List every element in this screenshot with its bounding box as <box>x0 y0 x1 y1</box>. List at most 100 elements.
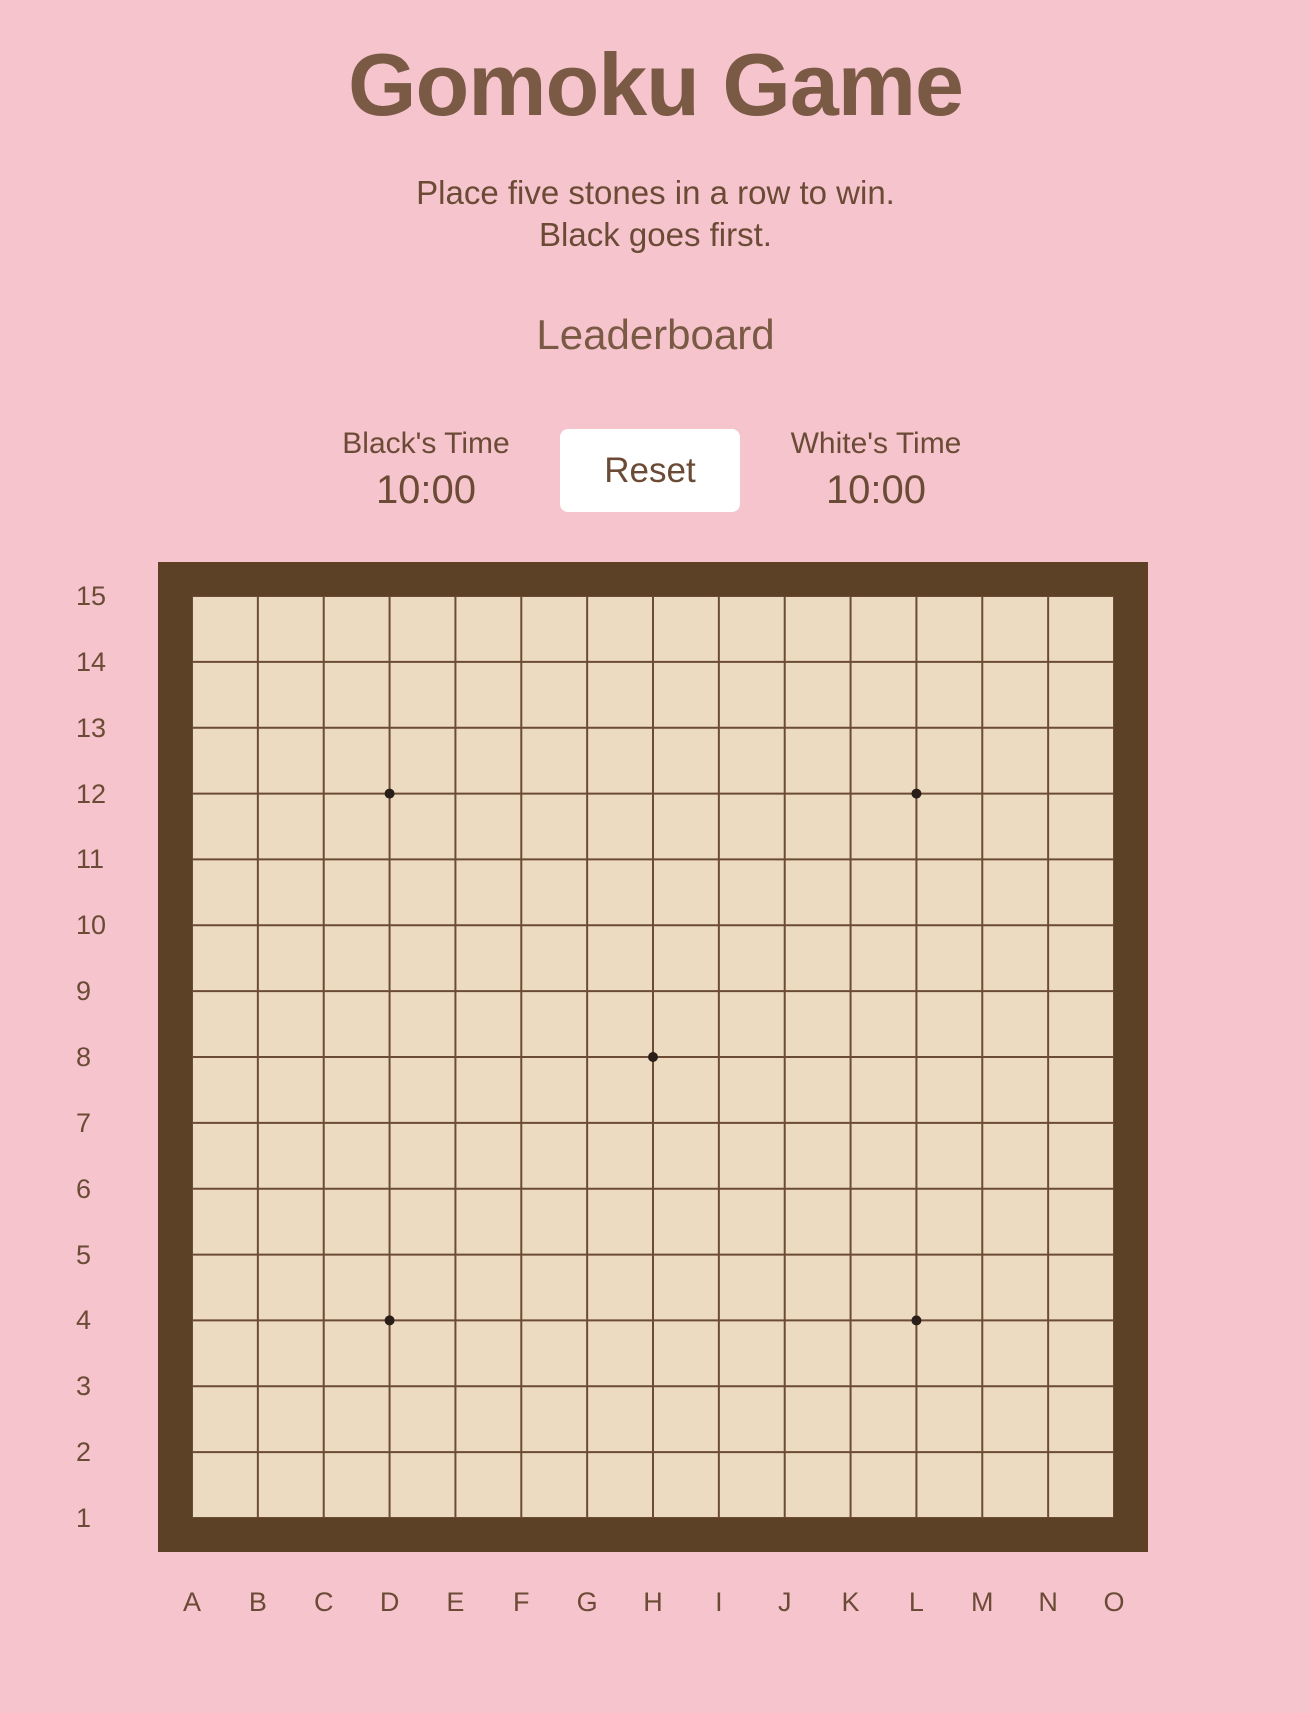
intersection-n12[interactable] <box>1015 761 1081 827</box>
intersection-d14[interactable] <box>357 629 423 695</box>
intersection-j10[interactable] <box>752 892 818 958</box>
intersection-c7[interactable] <box>291 1090 357 1156</box>
intersection-j11[interactable] <box>752 827 818 893</box>
intersection-i9[interactable] <box>686 958 752 1024</box>
intersection-j12[interactable] <box>752 761 818 827</box>
intersection-i2[interactable] <box>686 1419 752 1485</box>
reset-button[interactable]: Reset <box>560 429 740 512</box>
intersection-c3[interactable] <box>291 1353 357 1419</box>
intersection-f11[interactable] <box>488 827 554 893</box>
intersection-f14[interactable] <box>488 629 554 695</box>
intersection-m15[interactable] <box>949 596 1015 629</box>
intersection-l5[interactable] <box>884 1222 950 1288</box>
intersection-i1[interactable] <box>686 1485 752 1518</box>
intersection-g14[interactable] <box>554 629 620 695</box>
intersection-i3[interactable] <box>686 1353 752 1419</box>
intersection-g2[interactable] <box>554 1419 620 1485</box>
intersection-b4[interactable] <box>225 1288 291 1354</box>
intersection-e14[interactable] <box>423 629 489 695</box>
intersection-b2[interactable] <box>225 1419 291 1485</box>
intersection-o7[interactable] <box>1081 1090 1114 1156</box>
intersection-f7[interactable] <box>488 1090 554 1156</box>
intersection-n2[interactable] <box>1015 1419 1081 1485</box>
intersection-g10[interactable] <box>554 892 620 958</box>
intersection-i13[interactable] <box>686 695 752 761</box>
intersection-k8[interactable] <box>818 1024 884 1090</box>
intersection-m2[interactable] <box>949 1419 1015 1485</box>
intersection-b15[interactable] <box>225 596 291 629</box>
game-board[interactable] <box>192 596 1114 1518</box>
intersection-c10[interactable] <box>291 892 357 958</box>
intersection-b10[interactable] <box>225 892 291 958</box>
intersection-n3[interactable] <box>1015 1353 1081 1419</box>
intersection-b14[interactable] <box>225 629 291 695</box>
intersection-l14[interactable] <box>884 629 950 695</box>
intersection-n5[interactable] <box>1015 1222 1081 1288</box>
intersection-c15[interactable] <box>291 596 357 629</box>
intersection-h1[interactable] <box>620 1485 686 1518</box>
intersection-i8[interactable] <box>686 1024 752 1090</box>
intersection-n8[interactable] <box>1015 1024 1081 1090</box>
intersection-m7[interactable] <box>949 1090 1015 1156</box>
intersection-a7[interactable] <box>192 1090 225 1156</box>
intersection-l8[interactable] <box>884 1024 950 1090</box>
intersection-g1[interactable] <box>554 1485 620 1518</box>
intersection-m4[interactable] <box>949 1288 1015 1354</box>
intersection-j8[interactable] <box>752 1024 818 1090</box>
intersection-g6[interactable] <box>554 1156 620 1222</box>
intersection-i7[interactable] <box>686 1090 752 1156</box>
intersection-c13[interactable] <box>291 695 357 761</box>
intersection-h6[interactable] <box>620 1156 686 1222</box>
intersection-a14[interactable] <box>192 629 225 695</box>
intersection-j4[interactable] <box>752 1288 818 1354</box>
intersection-m14[interactable] <box>949 629 1015 695</box>
intersection-a2[interactable] <box>192 1419 225 1485</box>
intersection-m11[interactable] <box>949 827 1015 893</box>
intersection-e4[interactable] <box>423 1288 489 1354</box>
intersection-k9[interactable] <box>818 958 884 1024</box>
intersection-k7[interactable] <box>818 1090 884 1156</box>
intersection-o10[interactable] <box>1081 892 1114 958</box>
intersection-i10[interactable] <box>686 892 752 958</box>
intersection-l4[interactable] <box>884 1288 950 1354</box>
intersection-g4[interactable] <box>554 1288 620 1354</box>
intersection-k2[interactable] <box>818 1419 884 1485</box>
intersection-e8[interactable] <box>423 1024 489 1090</box>
intersection-o6[interactable] <box>1081 1156 1114 1222</box>
intersection-d5[interactable] <box>357 1222 423 1288</box>
intersection-b7[interactable] <box>225 1090 291 1156</box>
intersection-i4[interactable] <box>686 1288 752 1354</box>
intersection-k3[interactable] <box>818 1353 884 1419</box>
intersection-j5[interactable] <box>752 1222 818 1288</box>
intersection-h8[interactable] <box>620 1024 686 1090</box>
intersection-d10[interactable] <box>357 892 423 958</box>
intersection-i12[interactable] <box>686 761 752 827</box>
intersection-m12[interactable] <box>949 761 1015 827</box>
intersection-b12[interactable] <box>225 761 291 827</box>
intersection-k5[interactable] <box>818 1222 884 1288</box>
intersection-e1[interactable] <box>423 1485 489 1518</box>
intersection-i14[interactable] <box>686 629 752 695</box>
intersection-a12[interactable] <box>192 761 225 827</box>
intersection-c1[interactable] <box>291 1485 357 1518</box>
intersection-l1[interactable] <box>884 1485 950 1518</box>
intersection-c12[interactable] <box>291 761 357 827</box>
intersection-i6[interactable] <box>686 1156 752 1222</box>
intersection-f13[interactable] <box>488 695 554 761</box>
intersection-a8[interactable] <box>192 1024 225 1090</box>
intersection-f5[interactable] <box>488 1222 554 1288</box>
intersection-m6[interactable] <box>949 1156 1015 1222</box>
intersection-g15[interactable] <box>554 596 620 629</box>
intersection-c6[interactable] <box>291 1156 357 1222</box>
intersection-f10[interactable] <box>488 892 554 958</box>
intersection-d13[interactable] <box>357 695 423 761</box>
intersection-h3[interactable] <box>620 1353 686 1419</box>
intersection-j14[interactable] <box>752 629 818 695</box>
intersection-k6[interactable] <box>818 1156 884 1222</box>
intersection-j7[interactable] <box>752 1090 818 1156</box>
intersection-l6[interactable] <box>884 1156 950 1222</box>
intersection-j15[interactable] <box>752 596 818 629</box>
intersection-d6[interactable] <box>357 1156 423 1222</box>
intersection-c4[interactable] <box>291 1288 357 1354</box>
intersection-a15[interactable] <box>192 596 225 629</box>
